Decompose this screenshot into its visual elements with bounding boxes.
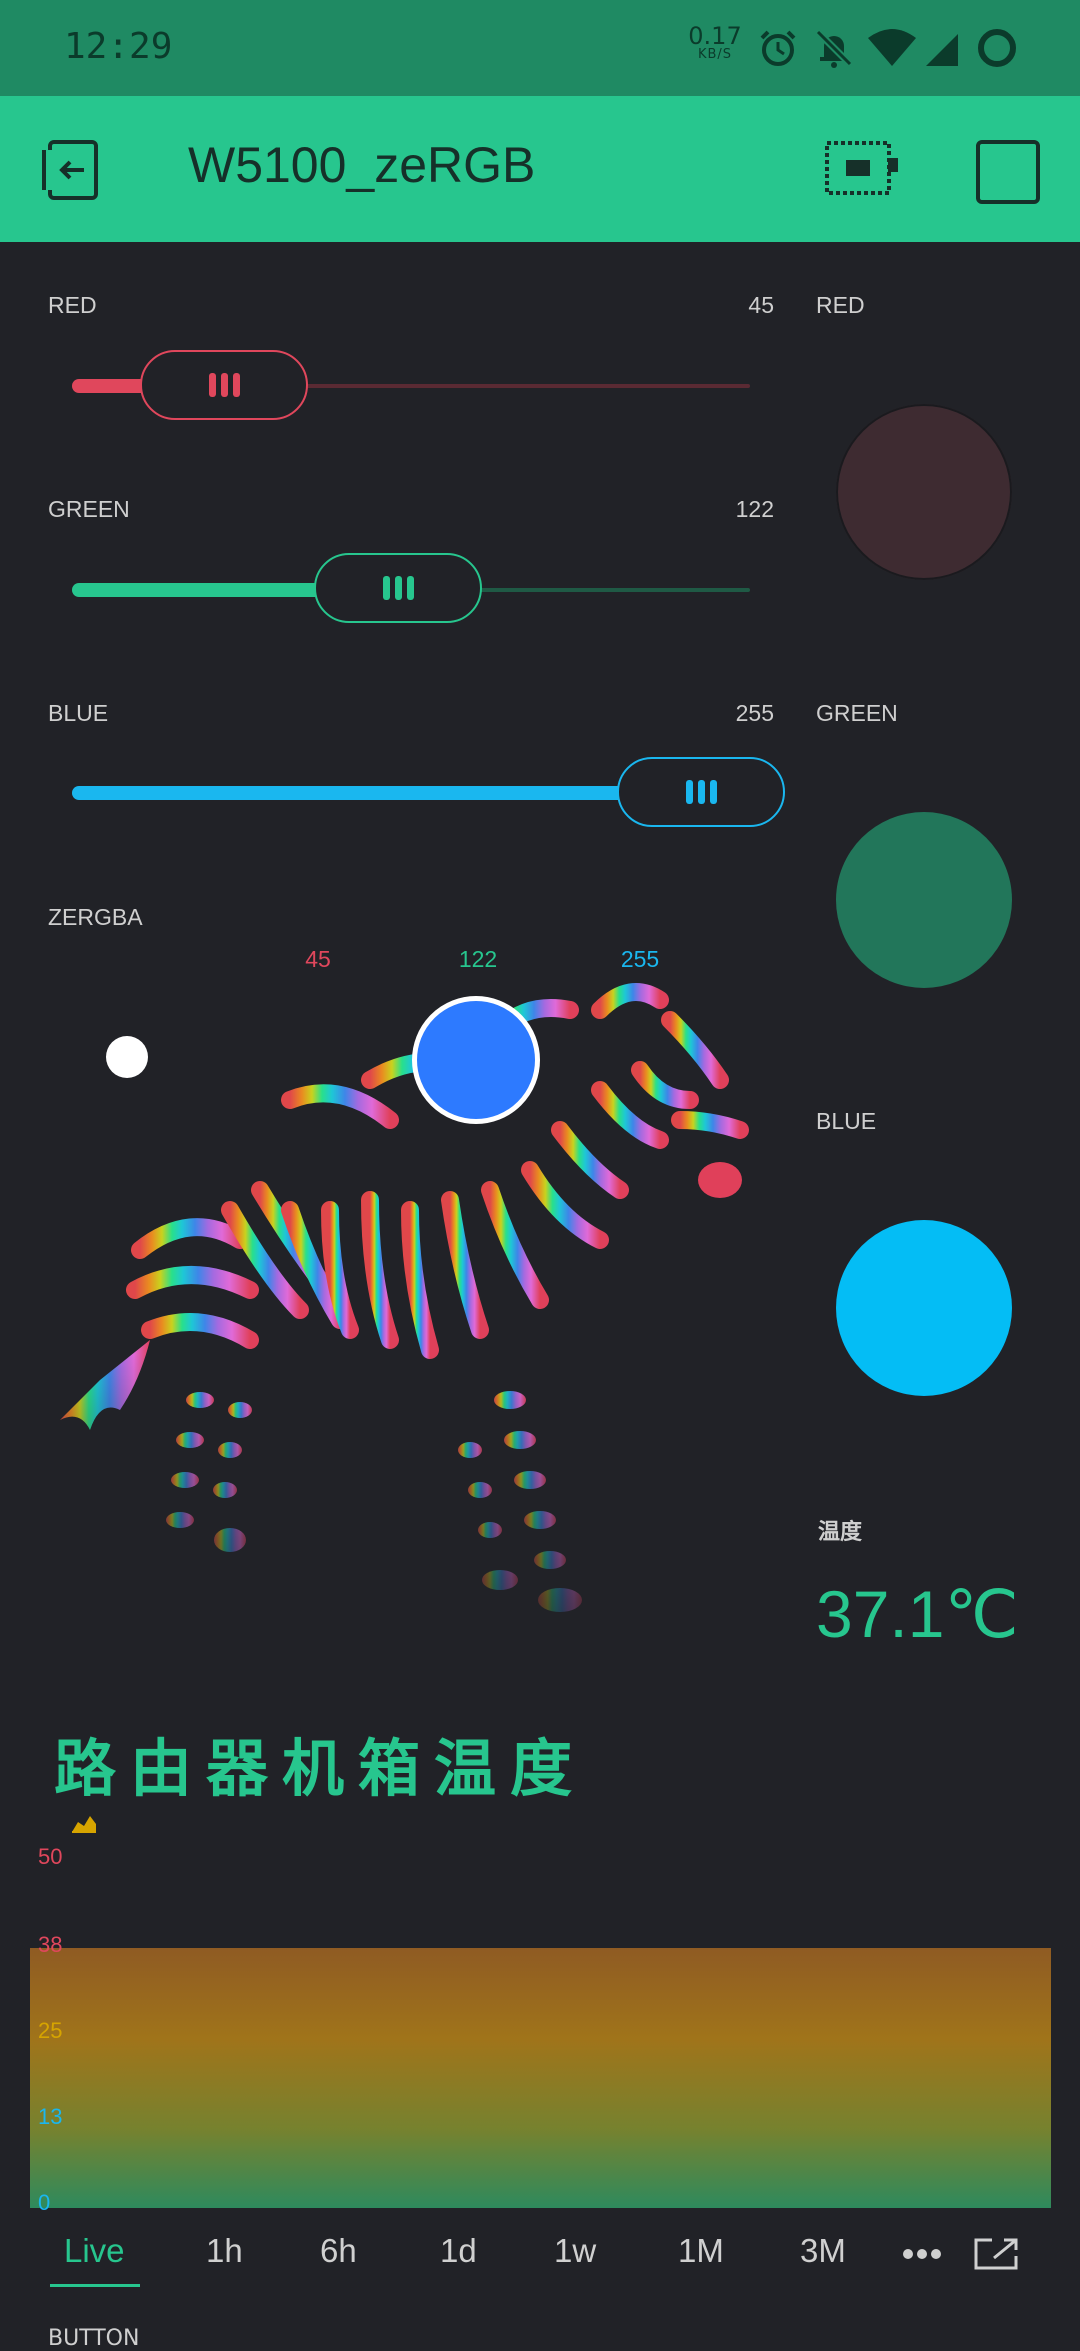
y-tick-label: 0 [38, 2190, 51, 2215]
stop-square-icon[interactable] [976, 140, 1040, 204]
slider-blue-fill [72, 786, 672, 800]
chart-type-icon[interactable] [70, 1810, 98, 1834]
y-tick-label: 13 [38, 2104, 63, 2129]
slider-red-label: RED [48, 292, 97, 318]
network-speed: 0.17 KB/S [685, 24, 745, 61]
app-header: W5100_zeRGB [0, 96, 1080, 242]
led-red [836, 404, 1012, 580]
zebra-color-picker[interactable] [40, 980, 780, 1660]
grip-bar [232, 373, 240, 397]
slider-blue-label: BLUE [48, 700, 109, 726]
tab-1h[interactable]: 1h [206, 2232, 243, 2270]
slider-red-thumb[interactable] [140, 350, 308, 420]
next-widget-label: BUTTON [48, 2326, 140, 2351]
grip-bar [406, 576, 414, 600]
grip-bar [697, 780, 705, 804]
y-tick-label: 38 [38, 1932, 63, 1957]
grip-bar [208, 373, 216, 397]
status-time: 12:29 [64, 26, 173, 67]
slider-green-thumb[interactable] [314, 553, 482, 623]
led-green [836, 812, 1012, 988]
alarm-icon [760, 30, 796, 66]
zebra-fade [40, 980, 780, 1660]
y-tick-label: 25 [38, 2018, 63, 2043]
temperature-value: 37.1℃ [816, 1577, 1019, 1651]
zergba-red-value: 45 [305, 946, 331, 972]
temperature-label: 温度 [818, 1520, 863, 1545]
tab-live[interactable]: Live [64, 2232, 125, 2270]
network-speed-value: 0.17 [688, 22, 742, 50]
grip-bar [709, 780, 717, 804]
grip-bar [394, 576, 402, 600]
slider-green-label: GREEN [48, 496, 130, 522]
exit-icon[interactable] [40, 136, 106, 202]
slider-green-value: 122 [735, 496, 774, 522]
led-red-label: RED [816, 292, 865, 318]
slider-blue-value: 255 [735, 700, 774, 726]
zergba-label: ZERGBA [48, 904, 143, 930]
period-tabs: Live 1h 6h 1d 1w 1M 3M [0, 2218, 1080, 2288]
led-blue-label: BLUE [816, 1108, 877, 1134]
zergba-green-value: 122 [458, 946, 498, 972]
project-title: W5100_zeRGB [188, 137, 536, 193]
y-tick-label: 50 [38, 1844, 63, 1869]
tab-live-underline [50, 2284, 140, 2287]
chart-title: 路由器机箱温度 [54, 1732, 587, 1805]
fullscreen-icon[interactable] [972, 2236, 1020, 2272]
color-picker-handle[interactable] [412, 996, 540, 1124]
signal-icon [926, 34, 958, 66]
slider-red-value: 45 [748, 292, 774, 318]
tab-1m[interactable]: 1M [678, 2232, 724, 2270]
chart-area-fill [30, 1948, 1051, 2208]
more-icon[interactable] [902, 2248, 942, 2260]
device-board-icon[interactable] [824, 140, 900, 196]
led-green-label: GREEN [816, 700, 898, 726]
tab-1d[interactable]: 1d [440, 2232, 477, 2270]
bell-off-icon [815, 29, 853, 68]
zergba-blue-value: 255 [620, 946, 660, 972]
slider-green-fill [72, 583, 342, 597]
led-blue [836, 1220, 1012, 1396]
grip-bar [382, 576, 390, 600]
brightness-handle[interactable] [106, 1036, 148, 1078]
battery-ring-icon [978, 29, 1016, 67]
tab-3m[interactable]: 3M [800, 2232, 846, 2270]
status-bar: 12:29 0.17 KB/S [0, 0, 1080, 96]
wifi-icon [868, 29, 916, 66]
tab-6h[interactable]: 6h [320, 2232, 357, 2270]
grip-bar [685, 780, 693, 804]
grip-bar [220, 373, 228, 397]
tab-1w[interactable]: 1w [554, 2232, 596, 2270]
slider-blue-thumb[interactable] [617, 757, 785, 827]
